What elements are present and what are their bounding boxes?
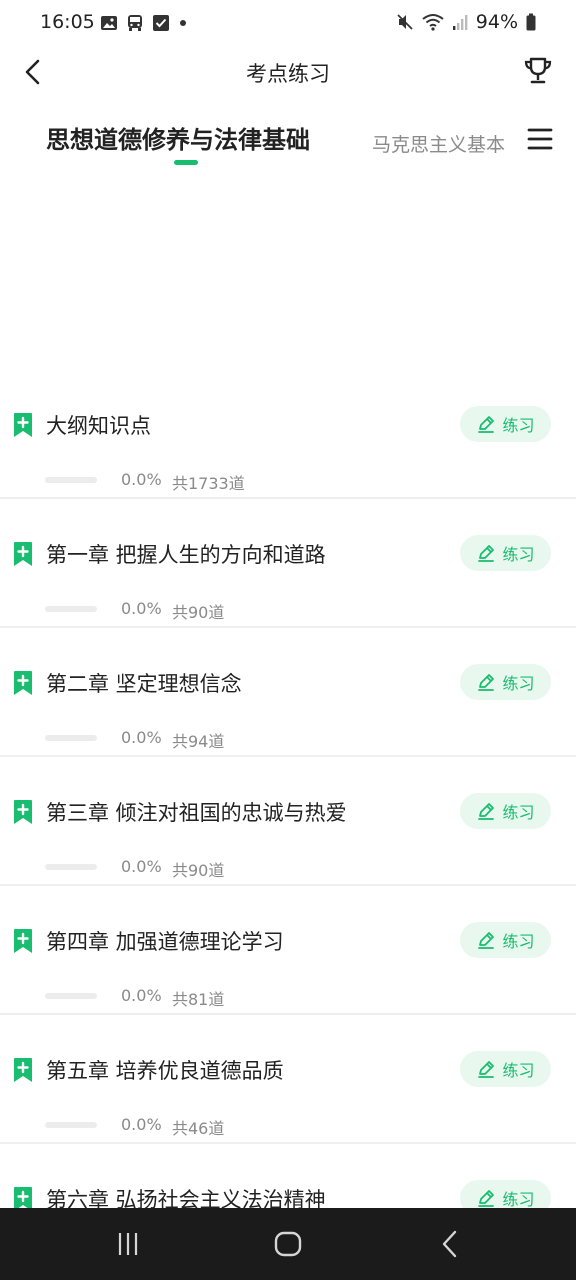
pencil-icon (478, 674, 495, 691)
question-count: 共90道 (172, 603, 225, 622)
practice-button[interactable]: 练习 (460, 406, 551, 442)
chapter-item[interactable]: 第三章 倾注对祖国的忠诚与热爱 练习 0.0% 共90道 (0, 757, 576, 886)
practice-button-label: 练习 (502, 1190, 535, 1209)
practice-button[interactable]: 练习 (460, 535, 551, 571)
dot-icon (180, 20, 186, 26)
signal-icon (452, 15, 468, 30)
pencil-icon (478, 416, 495, 433)
chapter-title: 第四章 加强道德理论学习 (46, 930, 284, 954)
gallery-icon (101, 16, 117, 30)
menu-icon[interactable] (526, 126, 554, 152)
practice-button[interactable]: 练习 (460, 664, 551, 700)
chapter-title: 第五章 培养优良道德品质 (46, 1059, 284, 1083)
bookmark-plus-icon (14, 929, 32, 953)
practice-button-label: 练习 (502, 545, 535, 564)
question-count: 共90道 (172, 861, 225, 880)
system-nav-bar (0, 1208, 576, 1280)
practice-button-label: 练习 (502, 932, 535, 951)
practice-button[interactable]: 练习 (460, 922, 551, 958)
bus-icon (128, 15, 142, 31)
battery-percent: 94% (475, 11, 518, 33)
status-system-icons: 94% (396, 11, 536, 33)
chapter-title: 第三章 倾注对祖国的忠诚与热爱 (46, 801, 347, 825)
pencil-icon (478, 545, 495, 562)
recent-apps-button[interactable] (112, 1228, 144, 1260)
app-header: 考点练习 (0, 46, 576, 98)
status-time: 16:05 (40, 11, 95, 33)
progress-bar (45, 1122, 97, 1128)
subject-tabs: 思想道德修养与法律基础 马克思主义基本 (0, 112, 576, 172)
pencil-icon (478, 1061, 495, 1078)
practice-button-label: 练习 (502, 1061, 535, 1080)
practice-button-label: 练习 (502, 674, 535, 693)
chapter-item[interactable]: 第一章 把握人生的方向和道路 练习 0.0% 共90道 (0, 499, 576, 628)
chapter-title: 第一章 把握人生的方向和道路 (46, 543, 326, 567)
practice-button[interactable]: 练习 (460, 1051, 551, 1087)
practice-button-label: 练习 (502, 803, 535, 822)
tab-active-subject[interactable]: 思想道德修养与法律基础 (46, 120, 310, 155)
progress-percent: 0.0% (121, 599, 162, 618)
progress-percent: 0.0% (121, 728, 162, 747)
question-count: 共81道 (172, 990, 225, 1009)
progress-bar (45, 735, 97, 741)
tab-indicator (174, 160, 198, 165)
question-count: 共94道 (172, 732, 225, 751)
bookmark-plus-icon (14, 671, 32, 695)
progress-bar (45, 864, 97, 870)
status-bar: 16:05 94% (0, 0, 576, 46)
question-count: 共46道 (172, 1119, 225, 1138)
progress-bar (45, 477, 97, 483)
chapter-title: 第二章 坚定理想信念 (46, 672, 242, 696)
progress-percent: 0.0% (121, 470, 162, 489)
bookmark-plus-icon (14, 800, 32, 824)
bookmark-plus-icon (14, 413, 32, 437)
chapter-item[interactable]: 第二章 坚定理想信念 练习 0.0% 共94道 (0, 628, 576, 757)
wifi-icon (422, 14, 444, 31)
chapter-item[interactable]: 大纲知识点 练习 0.0% 共1733道 (0, 370, 576, 499)
home-button[interactable] (272, 1228, 304, 1260)
tab-inactive-subject[interactable]: 马克思主义基本 (372, 130, 505, 157)
pencil-icon (478, 803, 495, 820)
chapter-title: 大纲知识点 (46, 414, 151, 438)
mute-icon (397, 14, 413, 30)
progress-percent: 0.0% (121, 857, 162, 876)
progress-bar (45, 606, 97, 612)
system-back-button[interactable] (434, 1228, 466, 1260)
pencil-icon (478, 932, 495, 949)
checkbox-icon (153, 15, 169, 31)
progress-percent: 0.0% (121, 1115, 162, 1134)
question-count: 共1733道 (172, 474, 245, 493)
progress-percent: 0.0% (121, 986, 162, 1005)
bookmark-plus-icon (14, 542, 32, 566)
practice-button-label: 练习 (502, 416, 535, 435)
chapter-item[interactable]: 第五章 培养优良道德品质 练习 0.0% 共46道 (0, 1015, 576, 1144)
bookmark-plus-icon (14, 1058, 32, 1082)
chapter-item[interactable]: 第四章 加强道德理论学习 练习 0.0% 共81道 (0, 886, 576, 1015)
trophy-icon[interactable] (522, 55, 554, 87)
practice-button[interactable]: 练习 (460, 793, 551, 829)
chapter-list: 大纲知识点 练习 0.0% 共1733道 第一章 把握人生的方向和道路 练习 0… (0, 370, 576, 1273)
pencil-icon (478, 1190, 495, 1207)
battery-icon (526, 13, 536, 31)
page-title: 考点练习 (246, 62, 330, 86)
progress-bar (45, 993, 97, 999)
status-notification-icons (100, 14, 188, 32)
